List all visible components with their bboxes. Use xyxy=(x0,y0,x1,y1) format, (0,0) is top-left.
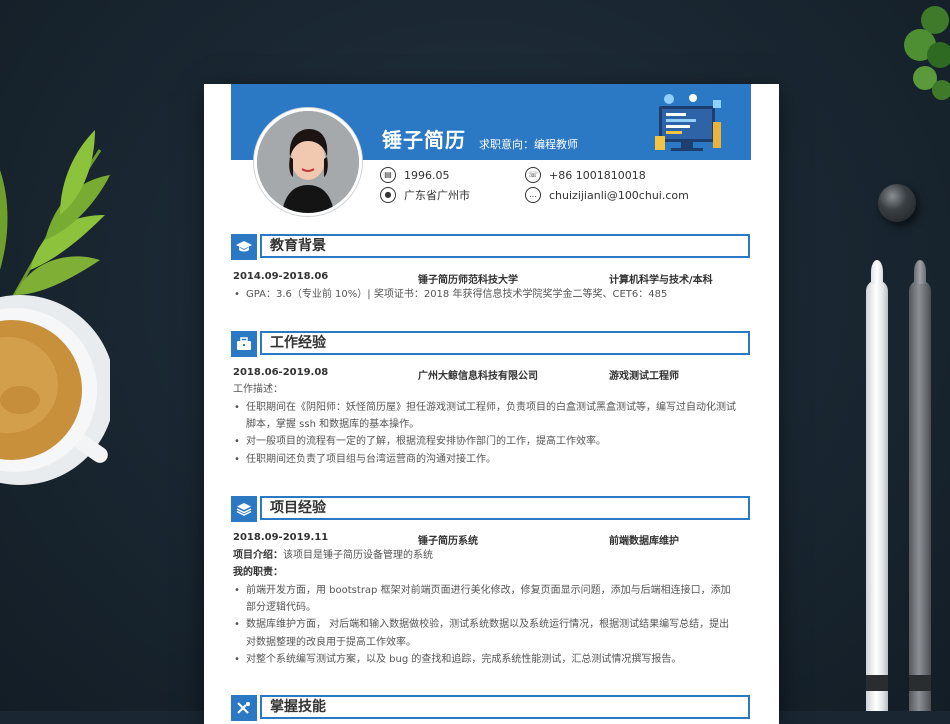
tools-icon xyxy=(231,695,257,721)
chat-icon: … xyxy=(525,187,541,203)
project-bullet-3: 对整个系统编写测试方案，以及 bug 的查找和追踪，完成系统性能测试，汇总测试情… xyxy=(233,651,753,668)
education-title: 教育背景 xyxy=(260,234,750,258)
skills-header: 掌握技能 xyxy=(231,695,750,721)
location-icon: ● xyxy=(380,187,396,203)
graduation-cap-icon xyxy=(231,234,257,260)
knob-decoration xyxy=(878,184,916,222)
education-detail: GPA：3.6（专业前 10%）| 奖项证书：2018 年获得信息技术学院奖学金… xyxy=(233,286,753,303)
education-school: 锤子简历师范科技大学 xyxy=(418,275,518,286)
project-name: 锤子简历系统 xyxy=(418,536,478,547)
plant-decoration xyxy=(904,6,950,100)
project-duty-label: 我的职责： xyxy=(233,567,283,578)
work-title: 工作经验 xyxy=(260,331,750,355)
work-header: 工作经验 xyxy=(231,331,750,357)
white-pen-decoration xyxy=(866,260,888,711)
project-bullet-1: 前端开发方面，用 bootstrap 框架对前端页面进行美化修改，修复页面显示问… xyxy=(233,582,753,599)
project-intro: 项目介绍：该项目是锤子简历设备管理的系统 xyxy=(233,547,753,564)
project-role: 前端数据库维护 xyxy=(609,536,679,547)
phone-value: +86 1001810018 xyxy=(549,168,646,182)
coffee-cup-decoration xyxy=(0,295,110,485)
education-period: 2014.09-2018.06 xyxy=(233,271,329,282)
work-company: 广州大鲸信息科技有限公司 xyxy=(418,371,538,382)
project-bullet-1-cont: 部分逻辑代码。 xyxy=(246,602,316,613)
project-header: 项目经验 xyxy=(231,496,750,522)
work-period: 2018.06-2019.08 xyxy=(233,367,329,378)
education-major: 计算机科学与技术/本科 xyxy=(609,275,713,286)
project-intro-label: 项目介绍： xyxy=(233,550,283,561)
education-header: 教育背景 xyxy=(231,234,750,260)
project-period: 2018.09-2019.11 xyxy=(233,532,329,543)
email-value: chuizijianli@100chui.com xyxy=(549,188,689,202)
work-bullet-3: 任职期间还负责了项目组与台湾运营商的沟通对接工作。 xyxy=(233,451,753,468)
skills-title: 掌握技能 xyxy=(260,695,750,719)
birth-info: ▤ 1996.05 xyxy=(380,167,450,183)
job-intent: 求职意向：编程教师 xyxy=(479,138,578,151)
briefcase-icon xyxy=(231,331,257,357)
project-bullet-2: 数据库维护方面， 对后端和输入数据做校验，测试系统数据以及系统运行情况，根据测试… xyxy=(233,616,753,633)
grey-pen-decoration xyxy=(909,260,931,711)
resume-page: 锤子简历 求职意向：编程教师 ▤ 1996.05 ☏ +86 100181001… xyxy=(204,84,779,724)
project-intro-text: 该项目是锤子简历设备管理的系统 xyxy=(283,550,433,561)
avatar xyxy=(254,108,362,216)
layers-icon xyxy=(231,496,257,522)
computer-illustration xyxy=(655,94,721,151)
project-bullet-2-cont: 对数据整理的改良用于提高工作效率。 xyxy=(246,637,416,648)
phone-icon: ☏ xyxy=(525,167,541,183)
work-bullet-1: 任职期间在《阴阳师：妖怪简历屋》担任游戏测试工程师，负责项目的白盒测试黑盒测试等… xyxy=(233,399,753,416)
location-info: ● 广东省广州市 xyxy=(380,187,470,203)
work-bullet-2: 对一般项目的流程有一定的了解，根据流程安排协作部门的工作，提高工作效率。 xyxy=(233,433,753,450)
email-info: … chuizijianli@100chui.com xyxy=(525,187,689,203)
work-bullet-1-cont: 脚本，掌握 ssh 和数据库的基本操作。 xyxy=(246,419,420,430)
birth-value: 1996.05 xyxy=(404,168,450,182)
work-position: 游戏测试工程师 xyxy=(609,371,679,382)
resume-name: 锤子简历 xyxy=(382,128,466,152)
location-value: 广东省广州市 xyxy=(404,189,470,202)
project-title: 项目经验 xyxy=(260,496,750,520)
work-desc-label: 工作描述： xyxy=(233,384,283,395)
phone-info: ☏ +86 1001810018 xyxy=(525,167,646,183)
calendar-icon: ▤ xyxy=(380,167,396,183)
